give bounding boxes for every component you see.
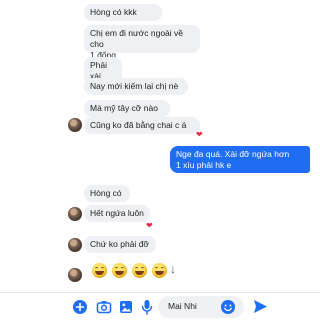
- camera-icon[interactable]: [96, 299, 112, 320]
- message-bubble[interactable]: Chị em đi nước ngoài về cho 1 đống: [84, 25, 200, 60]
- scroll-down-icon[interactable]: ↓: [170, 263, 176, 275]
- contact-avatar[interactable]: [68, 207, 82, 221]
- laughing-emoji-icon: [112, 263, 127, 278]
- contact-avatar[interactable]: [68, 118, 82, 132]
- image-icon[interactable]: [118, 299, 134, 320]
- composer-bar: Mai Nhi: [0, 292, 320, 320]
- heart-icon: ❤: [146, 221, 153, 230]
- emoji-icon[interactable]: [220, 299, 236, 320]
- laughing-emoji-icon: [152, 263, 167, 278]
- chat-screen: Hòng có kkk Chị em đi nước ngoài về cho …: [0, 0, 320, 320]
- outgoing-message-bubble[interactable]: Nge đa quá. Xài đỡ ngứa hơn 1 xíu phải h…: [170, 146, 310, 173]
- laughing-emoji-icon: [132, 263, 147, 278]
- message-input-placeholder: Mai Nhi: [168, 301, 197, 311]
- message-bubble[interactable]: Nay mới kiếm lại chị nè: [84, 78, 188, 95]
- message-bubble[interactable]: Hòng có kkk: [84, 4, 162, 21]
- message-bubble[interactable]: Hết ngứa luôn: [84, 205, 150, 222]
- message-input[interactable]: Mai Nhi: [158, 296, 244, 318]
- heart-icon: ❤: [196, 130, 203, 139]
- message-bubble[interactable]: Cũng ko đã bằng chai c á: [84, 117, 200, 134]
- send-icon[interactable]: [252, 298, 269, 320]
- contact-avatar[interactable]: [68, 268, 82, 282]
- microphone-icon[interactable]: [140, 299, 154, 320]
- message-bubble[interactable]: Chứ ko phải đỡ: [84, 236, 156, 253]
- message-bubble[interactable]: Mà mỹ tây cỡ nào: [84, 100, 170, 117]
- laughing-emoji-icon: [92, 263, 107, 278]
- contact-avatar[interactable]: [68, 238, 82, 252]
- plus-circle-icon[interactable]: [72, 299, 88, 320]
- message-bubble[interactable]: Hòng có: [84, 185, 130, 202]
